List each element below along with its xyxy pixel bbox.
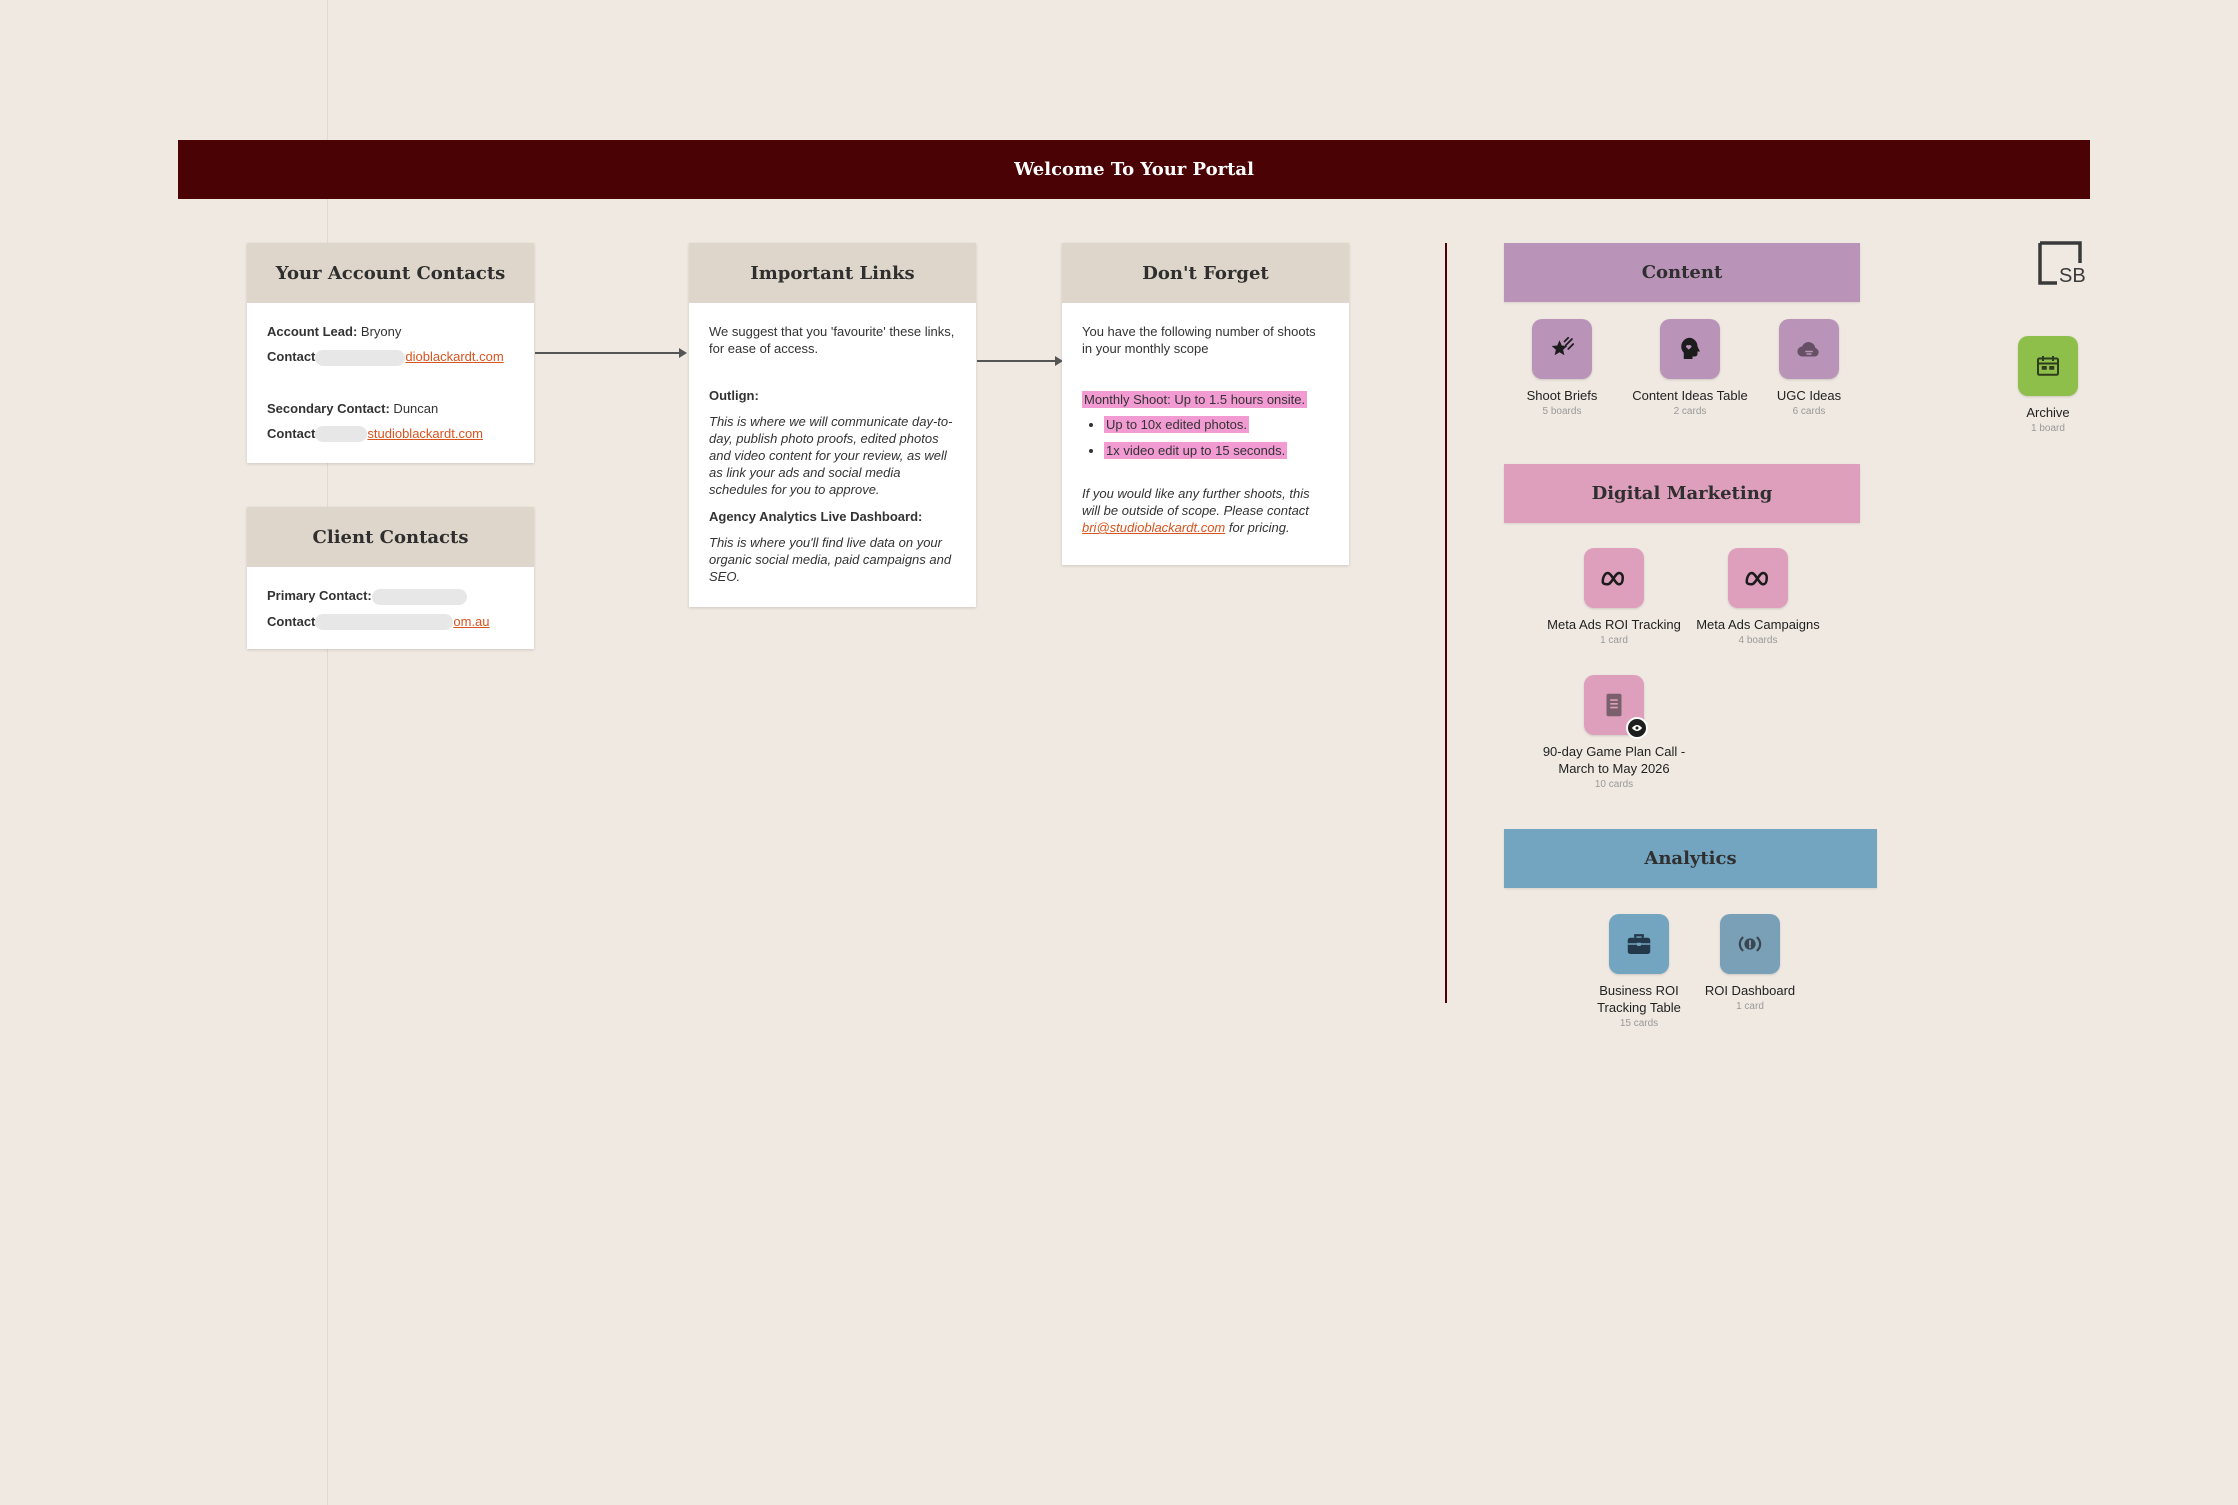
dont-forget-card[interactable]: Don't Forget You have the following numb… (1062, 243, 1349, 565)
redacted-blur (315, 349, 406, 366)
account-lead-row: Account Lead: Bryony (267, 324, 402, 339)
roi-dashboard-tile[interactable]: ROI Dashboard 1 card (1675, 914, 1825, 1012)
game-plan-tile[interactable]: 90-day Game Plan Call - March to May 202… (1539, 675, 1689, 790)
client-contacts-card[interactable]: Client Contacts Primary Contact: Contact… (247, 507, 534, 649)
meta-ads-campaigns-tile[interactable]: Meta Ads Campaigns 4 boards (1683, 548, 1833, 646)
meta-icon (1745, 571, 1769, 586)
primary-contact-row: Primary Contact: (267, 587, 514, 605)
analytics-section-header[interactable]: Analytics (1504, 829, 1877, 888)
vertical-guide-line (327, 0, 328, 1505)
shoots-intro: You have the following number of shoots … (1082, 324, 1316, 356)
outlign-label: Outlign: (709, 388, 759, 403)
links-intro: We suggest that you 'favourite' these li… (709, 324, 955, 356)
digital-marketing-section-header[interactable]: Digital Marketing (1504, 464, 1860, 523)
contact2-email-link[interactable]: studioblackardt.com (367, 426, 483, 441)
document-icon (1606, 693, 1622, 717)
pricing-email-link[interactable]: bri@studioblackardt.com (1082, 520, 1225, 535)
bullet-item: 1x video edit up to 15 seconds. (1104, 442, 1329, 459)
contact1-email-link[interactable]: dioblackardt.com (405, 349, 503, 364)
archive-tile[interactable]: Archive 1 board (1973, 336, 2123, 434)
monthly-shoot-highlight: Monthly Shoot: Up to 1.5 hours onsite. (1082, 391, 1308, 408)
further-shoots-note: If you would like any further shoots, th… (1082, 486, 1310, 535)
account-contacts-title: Your Account Contacts (247, 243, 534, 303)
contact1-row: Contact dioblackardt.com (267, 349, 504, 366)
client-email-link[interactable]: om.au (453, 614, 489, 629)
meta-icon (1601, 571, 1625, 586)
star-icon (1551, 336, 1575, 356)
briefcase-icon (1627, 934, 1651, 954)
banner-title: Welcome To Your Portal (1014, 159, 1254, 180)
monthly-shoot-row: Monthly Shoot: Up to 1.5 hours onsite. (1082, 391, 1329, 408)
scope-bullet-list: Up to 10x edited photos. 1x video edit u… (1082, 416, 1329, 459)
head-heart-icon (1681, 337, 1700, 359)
client-contacts-title: Client Contacts (247, 507, 534, 567)
analytics-label: Agency Analytics Live Dashboard: (709, 509, 923, 524)
bullet-item: Up to 10x edited photos. (1104, 416, 1329, 433)
welcome-banner: Welcome To Your Portal (178, 140, 2090, 199)
section-divider-line (1445, 243, 1447, 1003)
connector-arrow (535, 348, 687, 358)
sb-logo: SB (2038, 241, 2085, 287)
redacted-blur (315, 426, 368, 443)
ugc-ideas-tile[interactable]: UGC Ideas 6 cards (1734, 319, 1884, 417)
meta-ads-roi-tile[interactable]: Meta Ads ROI Tracking 1 card (1539, 548, 1689, 646)
alert-broadcast-icon (1738, 936, 1762, 952)
archive-icon (2037, 356, 2059, 376)
connector-arrow (977, 356, 1063, 366)
content-section-header[interactable]: Content (1504, 243, 1860, 302)
cloud-icon (1797, 342, 1819, 357)
client-contact-row: Contact om.au (267, 613, 490, 631)
dont-forget-title: Don't Forget (1062, 243, 1349, 303)
account-contacts-card[interactable]: Your Account Contacts Account Lead: Bryo… (247, 243, 534, 463)
redacted-blur (371, 588, 467, 605)
secondary-contact-row: Secondary Contact: Duncan (267, 400, 439, 416)
contact2-row: Contact studioblackardt.com (267, 425, 484, 443)
analytics-description: This is where you'll find live data on y… (709, 535, 952, 584)
outlign-description: This is where we will communicate day-to… (709, 414, 953, 497)
important-links-title: Important Links (689, 243, 976, 303)
svg-text:SB: SB (2059, 265, 2085, 287)
redacted-blur (315, 614, 454, 631)
eye-icon (1626, 717, 1648, 739)
important-links-card[interactable]: Important Links We suggest that you 'fav… (689, 243, 976, 607)
